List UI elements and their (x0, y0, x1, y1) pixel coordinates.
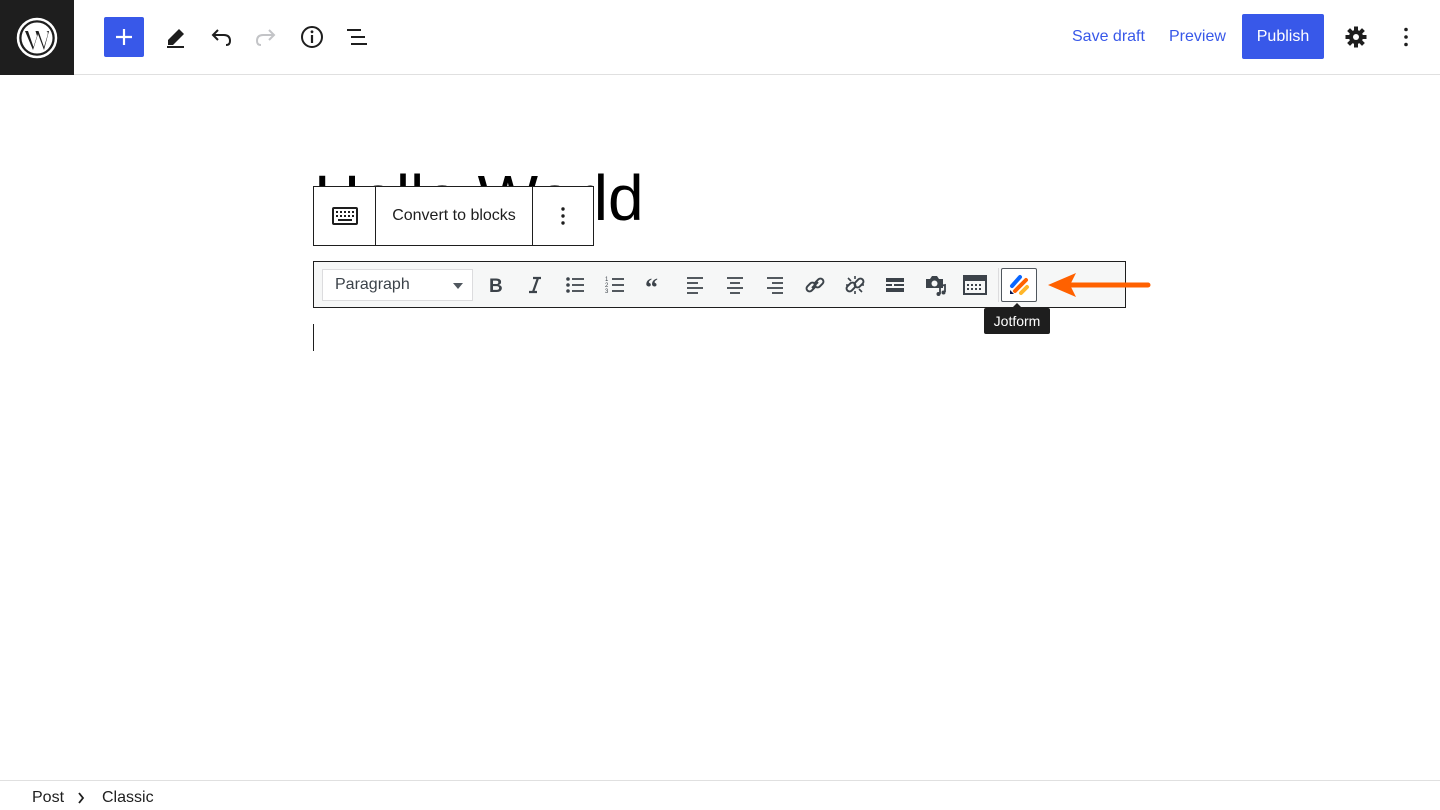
blockquote-icon: “ (645, 275, 658, 295)
add-block-button[interactable] (104, 17, 144, 57)
insert-link-button[interactable] (799, 269, 831, 301)
align-right-button[interactable] (759, 269, 791, 301)
block-options-button[interactable] (533, 187, 593, 245)
jotform-button[interactable] (1001, 268, 1037, 302)
classic-editor-content[interactable] (313, 320, 1126, 360)
link-icon (805, 277, 825, 293)
bold-icon: B (489, 276, 503, 295)
publish-button[interactable]: Publish (1242, 14, 1324, 59)
align-center-button[interactable] (719, 269, 751, 301)
block-type-button[interactable] (314, 187, 376, 245)
redo-button[interactable] (246, 17, 286, 57)
block-toolbar: Convert to blocks (313, 186, 594, 246)
tools-button[interactable] (156, 17, 196, 57)
undo-button[interactable] (201, 17, 241, 57)
toolbar-toggle-button[interactable] (959, 269, 991, 301)
bold-button[interactable]: B (479, 269, 511, 301)
details-button[interactable] (292, 17, 332, 57)
toolbar-toggle-icon (963, 275, 987, 295)
svg-text:“: “ (645, 275, 658, 295)
align-right-icon (767, 277, 783, 294)
breadcrumb-classic[interactable]: Classic (102, 789, 154, 807)
jotform-icon (1010, 275, 1029, 295)
classic-editor-toolbar: Paragraph B 1 2 3 “ (313, 261, 1126, 308)
align-left-button[interactable] (679, 269, 711, 301)
chevron-down-icon (453, 283, 463, 289)
read-more-icon (886, 278, 904, 292)
annotation-arrow-icon (1044, 270, 1152, 305)
more-vertical-icon (561, 207, 565, 225)
italic-button[interactable] (519, 269, 551, 301)
bulleted-list-button[interactable] (559, 269, 591, 301)
pencil-icon (167, 29, 184, 48)
plus-icon (116, 29, 132, 45)
svg-text:B: B (489, 276, 503, 295)
keyboard-icon (331, 207, 358, 225)
chevron-right-icon (78, 792, 85, 804)
format-select[interactable]: Paragraph (322, 269, 473, 301)
read-more-button[interactable] (879, 269, 911, 301)
breadcrumb-post[interactable]: Post (32, 789, 64, 807)
save-draft-button[interactable]: Save draft (1072, 28, 1145, 46)
wordpress-logo-icon[interactable] (0, 0, 74, 75)
unlink-button[interactable] (839, 269, 871, 301)
blockquote-button[interactable]: “ (639, 269, 671, 301)
svg-text:3: 3 (605, 289, 609, 295)
gear-icon (1345, 26, 1367, 48)
info-icon (301, 26, 323, 48)
numbered-list-icon: 1 2 3 (605, 277, 624, 295)
list-view-icon (347, 29, 367, 45)
settings-button[interactable] (1336, 17, 1376, 57)
more-vertical-icon (1404, 27, 1408, 47)
numbered-list-button[interactable]: 1 2 3 (599, 269, 631, 301)
options-button[interactable] (1386, 17, 1426, 57)
italic-icon (529, 276, 541, 294)
list-view-button[interactable] (337, 17, 377, 57)
editor-header: Save draft Preview Publish (0, 0, 1440, 75)
toolbar-separator (998, 268, 999, 302)
redo-icon (255, 29, 276, 46)
align-center-icon (727, 277, 743, 294)
undo-icon (211, 29, 232, 46)
preview-button[interactable]: Preview (1169, 28, 1226, 46)
add-media-button[interactable] (919, 269, 951, 301)
align-left-icon (687, 277, 703, 294)
add-media-icon (926, 276, 946, 296)
breadcrumb: Post Classic (0, 780, 1440, 810)
convert-to-blocks-button[interactable]: Convert to blocks (376, 187, 533, 245)
unlink-icon (845, 276, 865, 294)
bulleted-list-icon (566, 277, 584, 293)
format-select-value: Paragraph (335, 276, 410, 293)
